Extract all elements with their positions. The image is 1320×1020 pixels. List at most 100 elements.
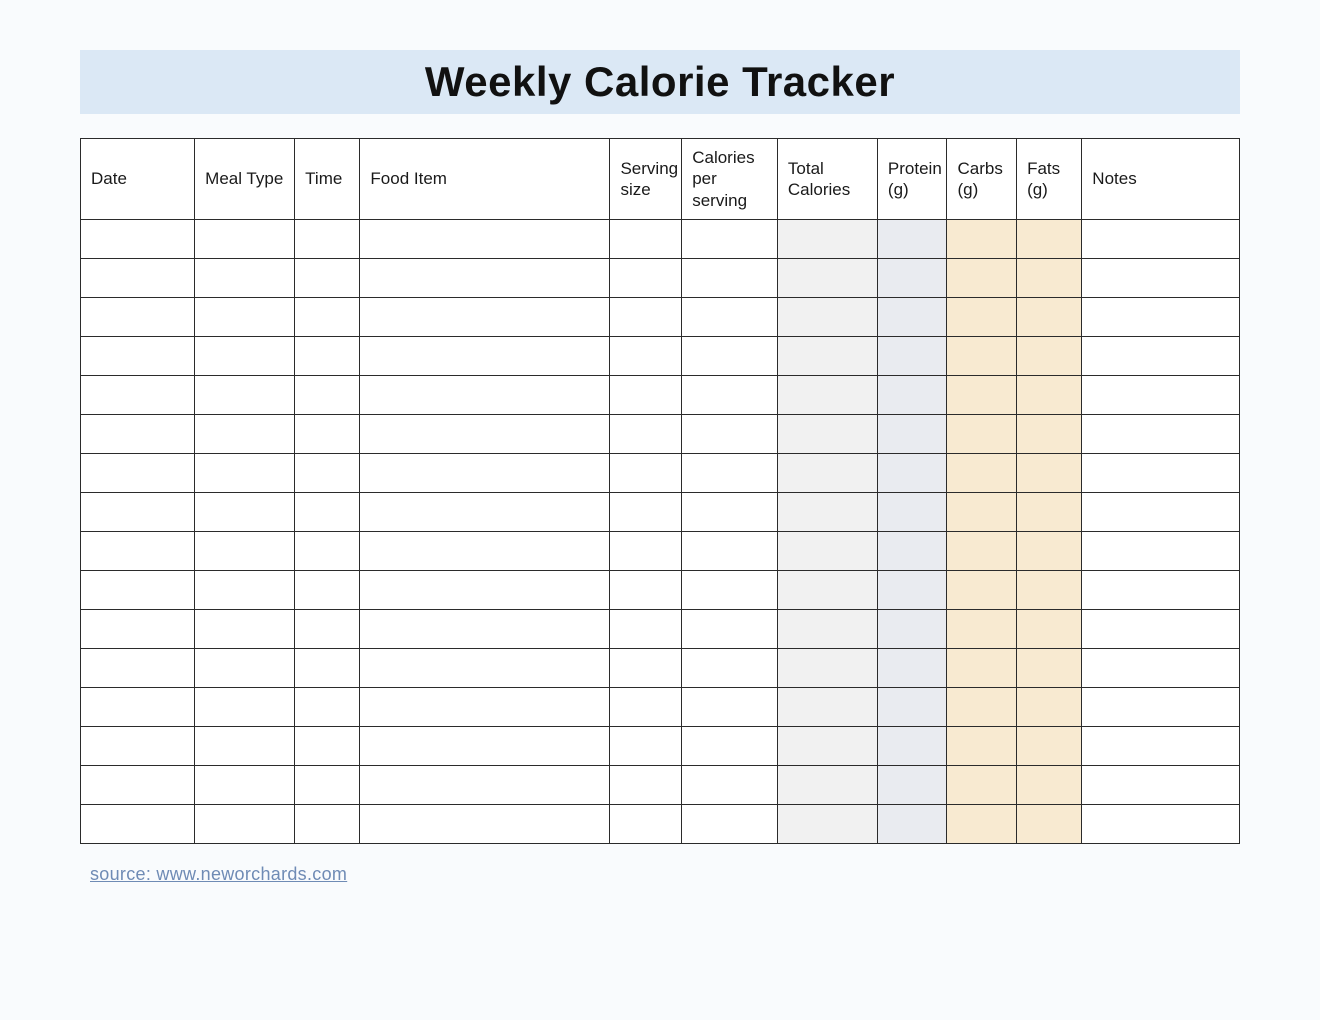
cell-notes[interactable] xyxy=(1082,258,1240,297)
cell-notes[interactable] xyxy=(1082,453,1240,492)
cell-total-calories[interactable] xyxy=(777,453,877,492)
cell-total-calories[interactable] xyxy=(777,297,877,336)
cell-serving-size[interactable] xyxy=(610,531,682,570)
cell-meal-type[interactable] xyxy=(195,609,295,648)
cell-protein[interactable] xyxy=(877,648,947,687)
source-link[interactable]: source: www.neworchards.com xyxy=(90,864,347,884)
cell-fats[interactable] xyxy=(1017,375,1082,414)
cell-fats[interactable] xyxy=(1017,531,1082,570)
cell-meal-type[interactable] xyxy=(195,726,295,765)
cell-date[interactable] xyxy=(81,492,195,531)
cell-notes[interactable] xyxy=(1082,765,1240,804)
cell-date[interactable] xyxy=(81,414,195,453)
cell-protein[interactable] xyxy=(877,336,947,375)
cell-fats[interactable] xyxy=(1017,414,1082,453)
cell-total-calories[interactable] xyxy=(777,804,877,843)
cell-food-item[interactable] xyxy=(360,258,610,297)
cell-carbs[interactable] xyxy=(947,570,1017,609)
cell-date[interactable] xyxy=(81,375,195,414)
cell-protein[interactable] xyxy=(877,258,947,297)
cell-protein[interactable] xyxy=(877,765,947,804)
cell-carbs[interactable] xyxy=(947,726,1017,765)
cell-food-item[interactable] xyxy=(360,531,610,570)
cell-meal-type[interactable] xyxy=(195,453,295,492)
cell-total-calories[interactable] xyxy=(777,570,877,609)
cell-serving-size[interactable] xyxy=(610,570,682,609)
cell-food-item[interactable] xyxy=(360,687,610,726)
cell-meal-type[interactable] xyxy=(195,414,295,453)
cell-meal-type[interactable] xyxy=(195,531,295,570)
cell-total-calories[interactable] xyxy=(777,687,877,726)
cell-date[interactable] xyxy=(81,531,195,570)
cell-serving-size[interactable] xyxy=(610,453,682,492)
cell-food-item[interactable] xyxy=(360,414,610,453)
cell-notes[interactable] xyxy=(1082,375,1240,414)
cell-meal-type[interactable] xyxy=(195,258,295,297)
cell-serving-size[interactable] xyxy=(610,297,682,336)
cell-fats[interactable] xyxy=(1017,804,1082,843)
cell-carbs[interactable] xyxy=(947,297,1017,336)
cell-time[interactable] xyxy=(295,687,360,726)
cell-meal-type[interactable] xyxy=(195,297,295,336)
cell-calories-per-serving[interactable] xyxy=(682,609,778,648)
cell-serving-size[interactable] xyxy=(610,687,682,726)
cell-serving-size[interactable] xyxy=(610,492,682,531)
cell-calories-per-serving[interactable] xyxy=(682,492,778,531)
cell-total-calories[interactable] xyxy=(777,219,877,258)
cell-food-item[interactable] xyxy=(360,648,610,687)
cell-fats[interactable] xyxy=(1017,570,1082,609)
cell-fats[interactable] xyxy=(1017,765,1082,804)
cell-food-item[interactable] xyxy=(360,726,610,765)
cell-protein[interactable] xyxy=(877,804,947,843)
cell-protein[interactable] xyxy=(877,687,947,726)
cell-meal-type[interactable] xyxy=(195,492,295,531)
cell-total-calories[interactable] xyxy=(777,609,877,648)
cell-fats[interactable] xyxy=(1017,609,1082,648)
cell-date[interactable] xyxy=(81,804,195,843)
cell-total-calories[interactable] xyxy=(777,258,877,297)
cell-food-item[interactable] xyxy=(360,492,610,531)
cell-carbs[interactable] xyxy=(947,804,1017,843)
cell-protein[interactable] xyxy=(877,531,947,570)
cell-carbs[interactable] xyxy=(947,609,1017,648)
cell-serving-size[interactable] xyxy=(610,726,682,765)
cell-protein[interactable] xyxy=(877,297,947,336)
cell-date[interactable] xyxy=(81,258,195,297)
cell-serving-size[interactable] xyxy=(610,336,682,375)
cell-serving-size[interactable] xyxy=(610,609,682,648)
cell-food-item[interactable] xyxy=(360,219,610,258)
cell-carbs[interactable] xyxy=(947,765,1017,804)
cell-food-item[interactable] xyxy=(360,609,610,648)
cell-total-calories[interactable] xyxy=(777,531,877,570)
cell-calories-per-serving[interactable] xyxy=(682,453,778,492)
cell-notes[interactable] xyxy=(1082,648,1240,687)
cell-meal-type[interactable] xyxy=(195,648,295,687)
cell-notes[interactable] xyxy=(1082,414,1240,453)
cell-food-item[interactable] xyxy=(360,570,610,609)
cell-carbs[interactable] xyxy=(947,219,1017,258)
cell-total-calories[interactable] xyxy=(777,336,877,375)
cell-meal-type[interactable] xyxy=(195,804,295,843)
cell-total-calories[interactable] xyxy=(777,375,877,414)
cell-carbs[interactable] xyxy=(947,375,1017,414)
cell-carbs[interactable] xyxy=(947,687,1017,726)
cell-calories-per-serving[interactable] xyxy=(682,765,778,804)
cell-calories-per-serving[interactable] xyxy=(682,258,778,297)
cell-date[interactable] xyxy=(81,297,195,336)
cell-serving-size[interactable] xyxy=(610,414,682,453)
cell-calories-per-serving[interactable] xyxy=(682,375,778,414)
cell-time[interactable] xyxy=(295,648,360,687)
cell-carbs[interactable] xyxy=(947,414,1017,453)
cell-meal-type[interactable] xyxy=(195,219,295,258)
cell-notes[interactable] xyxy=(1082,804,1240,843)
cell-total-calories[interactable] xyxy=(777,648,877,687)
cell-time[interactable] xyxy=(295,492,360,531)
cell-food-item[interactable] xyxy=(360,297,610,336)
cell-food-item[interactable] xyxy=(360,375,610,414)
cell-fats[interactable] xyxy=(1017,219,1082,258)
cell-time[interactable] xyxy=(295,726,360,765)
cell-carbs[interactable] xyxy=(947,648,1017,687)
cell-time[interactable] xyxy=(295,765,360,804)
cell-time[interactable] xyxy=(295,336,360,375)
cell-calories-per-serving[interactable] xyxy=(682,804,778,843)
